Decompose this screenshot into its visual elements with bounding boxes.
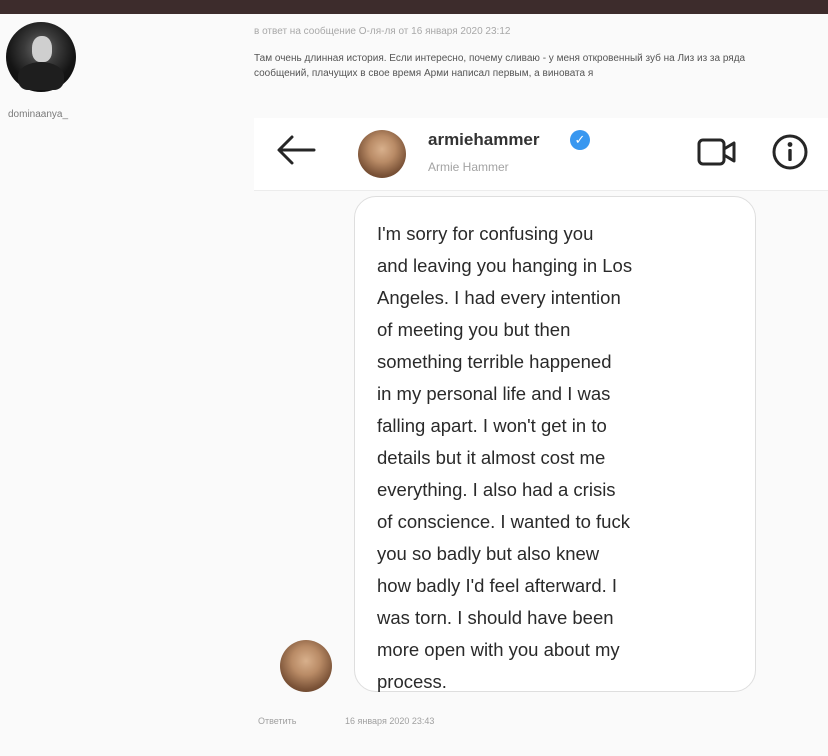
message-line: was torn. I should have been (377, 607, 614, 628)
message-line: I'm sorry for confusing you (377, 223, 594, 244)
message-line: of conscience. I wanted to fuck (377, 511, 630, 532)
message-line: details but it almost cost me (377, 447, 606, 468)
comment-timestamp: 16 января 2020 23:43 (345, 716, 435, 726)
message-line: Angeles. I had every intention (377, 287, 621, 308)
contact-full-name: Armie Hammer (428, 160, 509, 174)
reply-link[interactable]: Ответить (258, 716, 296, 726)
message-bubble: I'm sorry for confusing you and leaving … (354, 196, 756, 692)
avatar-silhouette (18, 62, 64, 90)
message-line: more open with you about my (377, 639, 620, 660)
commenter-avatar[interactable] (6, 22, 76, 92)
message-line: you so badly but also knew (377, 543, 600, 564)
message-line: in my personal life and I was (377, 383, 611, 404)
message-line: process. (377, 671, 447, 692)
reply-context: в ответ на сообщение О-ля-ля от 16 январ… (254, 26, 511, 37)
back-arrow-icon[interactable] (274, 132, 318, 168)
reply-text: Там очень длинная история. Если интересн… (254, 53, 746, 79)
verified-badge-icon: ✓ (570, 130, 590, 150)
message-line: everything. I also had a crisis (377, 479, 616, 500)
info-icon[interactable] (770, 132, 810, 172)
message-line: and leaving you hanging in Los (377, 255, 633, 276)
dm-screenshot: armiehammer ✓ Armie Hammer I'm sorry for… (254, 118, 828, 698)
sender-avatar[interactable] (280, 640, 332, 692)
commenter-username[interactable]: dominaanya_ (8, 109, 68, 120)
message-line: something terrible happened (377, 351, 612, 372)
dm-header: armiehammer ✓ Armie Hammer (254, 118, 828, 191)
avatar-face (32, 36, 52, 62)
video-call-icon[interactable] (696, 135, 738, 169)
contact-avatar[interactable] (358, 130, 406, 178)
message-line: of meeting you but then (377, 319, 571, 340)
message-line: falling apart. I won't get in to (377, 415, 607, 436)
message-line: how badly I'd feel afterward. I (377, 575, 618, 596)
contact-username[interactable]: armiehammer (428, 130, 540, 150)
top-bar (0, 0, 828, 14)
